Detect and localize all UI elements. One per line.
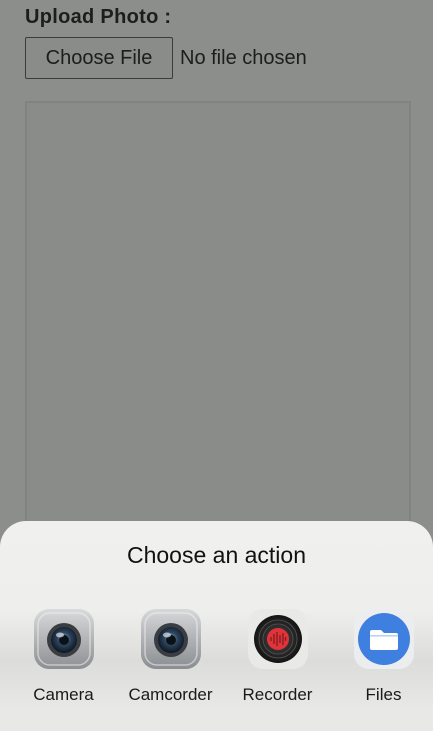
- action-recorder-label: Recorder: [242, 685, 313, 704]
- recorder-icon: [247, 609, 308, 669]
- files-icon: [353, 609, 414, 669]
- file-status-text: No file chosen: [180, 46, 307, 69]
- action-camera-label: Camera: [33, 685, 94, 704]
- photo-preview-area: [25, 101, 411, 561]
- action-camcorder[interactable]: Camcorder: [117, 608, 224, 705]
- sheet-title: Choose an action: [126, 542, 306, 568]
- action-camera[interactable]: Camera: [10, 608, 117, 705]
- action-files-label: Files: [365, 685, 402, 704]
- choose-action-sheet: Choose an action Camera Camcorder Record…: [0, 521, 433, 731]
- upload-photo-label: Upload Photo :: [25, 6, 172, 28]
- camera-icon: [33, 609, 94, 669]
- action-camcorder-label: Camcorder: [128, 685, 213, 704]
- action-files[interactable]: Files: [330, 608, 433, 705]
- camcorder-icon: [140, 609, 201, 669]
- choose-file-button[interactable]: Choose File: [25, 37, 173, 79]
- file-input[interactable]: Choose File No file chosen: [25, 37, 307, 79]
- action-recorder[interactable]: Recorder: [224, 608, 331, 705]
